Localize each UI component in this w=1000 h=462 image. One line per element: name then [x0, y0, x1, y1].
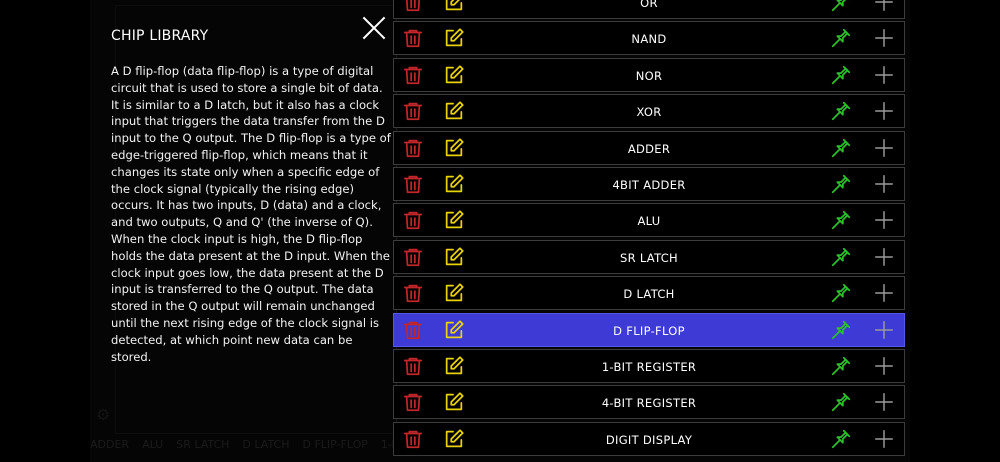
chip-name: ALU: [637, 214, 661, 229]
edit-icon[interactable]: [443, 319, 465, 341]
chip-description-panel: CHIP LIBRARY A D flip-flop (data flip-fl…: [90, 0, 393, 462]
plus-icon[interactable]: [873, 355, 895, 377]
edit-icon[interactable]: [443, 246, 465, 268]
trash-icon[interactable]: [402, 391, 424, 413]
edit-icon[interactable]: [443, 282, 465, 304]
edit-icon[interactable]: [443, 0, 465, 13]
plus-icon[interactable]: [873, 282, 895, 304]
pin-icon[interactable]: [830, 209, 852, 231]
pin-icon[interactable]: [830, 355, 852, 377]
trash-icon[interactable]: [402, 64, 424, 86]
trash-icon[interactable]: [402, 209, 424, 231]
chip-name: 4-BIT REGISTER: [601, 396, 697, 411]
trash-icon[interactable]: [402, 0, 424, 13]
chip-row[interactable]: D LATCH: [393, 276, 905, 311]
pin-icon[interactable]: [830, 137, 852, 159]
close-icon[interactable]: [363, 17, 385, 39]
panel-title: CHIP LIBRARY: [111, 28, 209, 44]
chip-row[interactable]: 4-BIT REGISTER: [393, 385, 905, 420]
edit-icon[interactable]: [443, 27, 465, 49]
edit-icon[interactable]: [443, 428, 465, 450]
pin-icon[interactable]: [830, 282, 852, 304]
edit-icon[interactable]: [443, 391, 465, 413]
chip-row[interactable]: 4BIT ADDER: [393, 166, 905, 201]
chip-row[interactable]: ALU: [393, 203, 905, 238]
pin-icon[interactable]: [830, 100, 852, 122]
plus-icon[interactable]: [873, 246, 895, 268]
plus-icon[interactable]: [873, 391, 895, 413]
trash-icon[interactable]: [402, 100, 424, 122]
chip-list: OR NAND NOR XOR ADDER 4BIT ADDER ALU SR LATCH D …: [393, 0, 905, 458]
edit-icon[interactable]: [443, 137, 465, 159]
chip-row[interactable]: 1-BIT REGISTER: [393, 348, 905, 383]
trash-icon[interactable]: [402, 137, 424, 159]
chip-row[interactable]: NAND: [393, 21, 905, 56]
chip-name: ADDER: [627, 141, 671, 156]
pin-icon[interactable]: [830, 27, 852, 49]
pin-icon[interactable]: [830, 246, 852, 268]
trash-icon[interactable]: [402, 319, 424, 341]
pin-icon[interactable]: [830, 391, 852, 413]
chip-name: NOR: [635, 68, 663, 83]
edit-icon[interactable]: [443, 100, 465, 122]
plus-icon[interactable]: [873, 137, 895, 159]
pin-icon[interactable]: [830, 428, 852, 450]
chip-row[interactable]: XOR: [393, 94, 905, 129]
chip-name: OR: [640, 0, 658, 10]
plus-icon[interactable]: [873, 319, 895, 341]
chip-row[interactable]: NOR: [393, 57, 905, 92]
edit-icon[interactable]: [443, 64, 465, 86]
plus-icon[interactable]: [873, 428, 895, 450]
plus-icon[interactable]: [873, 209, 895, 231]
plus-icon[interactable]: [873, 64, 895, 86]
trash-icon[interactable]: [402, 355, 424, 377]
plus-icon[interactable]: [873, 0, 895, 13]
plus-icon[interactable]: [873, 100, 895, 122]
plus-icon[interactable]: [873, 27, 895, 49]
chip-name: D FLIP-FLOP: [613, 323, 685, 338]
chip-row[interactable]: SR LATCH: [393, 239, 905, 274]
trash-icon[interactable]: [402, 27, 424, 49]
chip-row[interactable]: OR: [393, 0, 905, 19]
chip-name: SR LATCH: [619, 250, 679, 265]
edit-icon[interactable]: [443, 173, 465, 195]
chip-name: NAND: [631, 32, 667, 47]
chip-description: A D flip-flop (data flip-flop) is a type…: [111, 64, 391, 364]
trash-icon[interactable]: [402, 246, 424, 268]
edit-icon[interactable]: [443, 209, 465, 231]
trash-icon[interactable]: [402, 173, 424, 195]
trash-icon[interactable]: [402, 282, 424, 304]
pin-icon[interactable]: [830, 173, 852, 195]
chip-name: DIGIT DISPLAY: [605, 432, 693, 447]
plus-icon[interactable]: [873, 173, 895, 195]
pin-icon[interactable]: [830, 319, 852, 341]
chip-name: 1-BIT REGISTER: [601, 359, 697, 374]
chip-name: XOR: [636, 105, 662, 120]
app-stage: ⚙ ADDERALUSR LATCHD LATCHD FLIP-FLOP1-BI…: [90, 0, 910, 462]
chip-row[interactable]: ADDER: [393, 130, 905, 165]
chip-name: D LATCH: [623, 287, 675, 302]
pin-icon[interactable]: [830, 0, 852, 13]
chip-row[interactable]: DIGIT DISPLAY: [393, 421, 905, 456]
chip-row[interactable]: D FLIP-FLOP: [393, 312, 905, 347]
edit-icon[interactable]: [443, 355, 465, 377]
chip-name: 4BIT ADDER: [612, 177, 686, 192]
pin-icon[interactable]: [830, 64, 852, 86]
trash-icon[interactable]: [402, 428, 424, 450]
